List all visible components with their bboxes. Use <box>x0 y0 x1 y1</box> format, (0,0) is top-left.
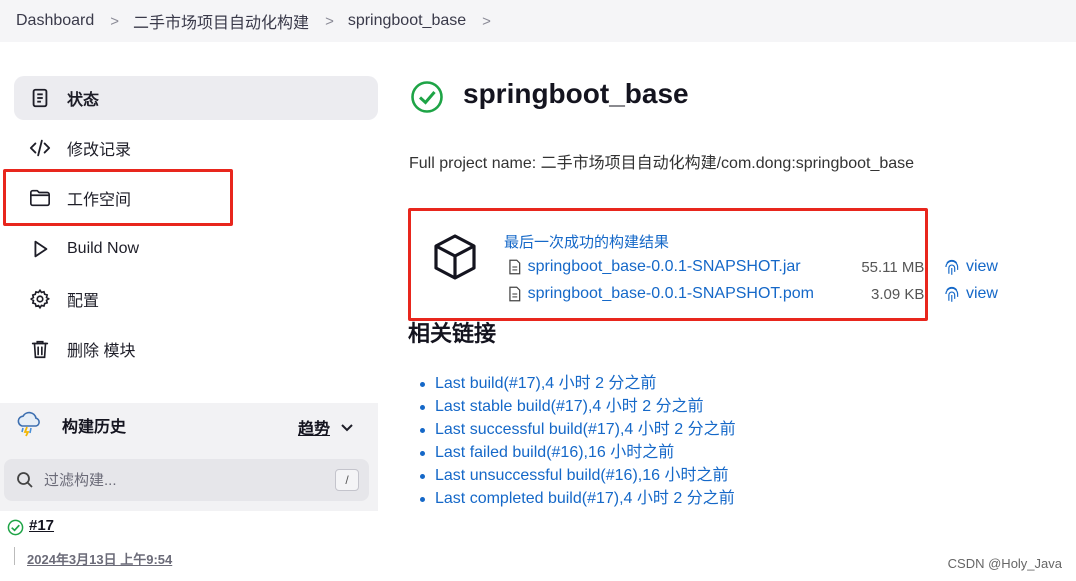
task-workspace[interactable]: 工作空间 <box>14 176 378 220</box>
task-label: 工作空间 <box>67 192 132 209</box>
page-title: springboot_base <box>463 78 689 109</box>
watermark: CSDN @Holy_Java <box>947 556 1062 571</box>
build-history-header: 构建历史 趋势 <box>14 403 378 447</box>
full-project-name: Full project name: 二手市场项目自动化构建/com.dong:… <box>409 155 915 172</box>
trash-icon <box>28 337 52 361</box>
timeline-divider <box>14 547 15 565</box>
breadcrumb-separator[interactable]: > <box>482 13 491 30</box>
file-icon <box>509 259 521 275</box>
task-configure[interactable]: 配置 <box>14 277 378 321</box>
last-successful-artifacts-link[interactable]: 最后一次成功的构建结果 <box>504 231 669 252</box>
task-delete-module[interactable]: 删除 模块 <box>14 327 378 371</box>
related-link-last-unsuccessful[interactable]: Last unsuccessful build(#16),16 小时之前 <box>420 464 736 487</box>
build-number-link[interactable]: #17 <box>29 517 54 534</box>
weather-storm-icon <box>14 408 44 443</box>
artifact-link[interactable]: springboot_base-0.0.1-SNAPSHOT.jar <box>528 258 820 276</box>
build-filter-input[interactable] <box>44 471 314 489</box>
build-history-panel: 构建历史 趋势 / #17 2024年3月13日 上午9:54 <box>0 403 378 581</box>
play-icon <box>28 237 52 261</box>
artifact-view-link[interactable]: view <box>966 258 998 276</box>
task-status[interactable]: 状态 <box>14 76 378 120</box>
file-icon <box>509 286 521 302</box>
code-icon <box>28 136 52 160</box>
success-check-icon <box>7 519 24 541</box>
gear-icon <box>28 287 52 311</box>
fingerprint-icon[interactable] <box>944 285 960 303</box>
build-filter: / <box>4 459 369 501</box>
sidebar: 状态 修改记录 工作空间 Build Now 配置 删除 模块 构建历史 趋势 … <box>0 42 390 581</box>
success-check-icon <box>410 80 444 119</box>
document-icon <box>28 86 52 110</box>
task-label: Build Now <box>67 240 140 257</box>
task-label: 状态 <box>67 92 100 109</box>
related-link-last-stable[interactable]: Last stable build(#17),4 小时 2 分之前 <box>420 395 736 418</box>
trend-label: 趋势 <box>297 421 330 438</box>
related-link-last-failed[interactable]: Last failed build(#16),16 小时之前 <box>420 441 736 464</box>
main-content: springboot_base Full project name: 二手市场项… <box>408 42 1076 581</box>
related-links-heading: 相关链接 <box>408 321 497 346</box>
task-label: 修改记录 <box>67 142 132 159</box>
breadcrumb: Dashboard > 二手市场项目自动化构建 > springboot_bas… <box>0 0 1076 42</box>
task-changes[interactable]: 修改记录 <box>14 126 378 170</box>
task-label: 删除 模块 <box>67 343 136 360</box>
build-history-title: 构建历史 <box>62 419 127 436</box>
task-label: 配置 <box>67 293 100 310</box>
related-link-last-completed[interactable]: Last completed build(#17),4 小时 2 分之前 <box>420 487 736 510</box>
build-row: #17 2024年3月13日 上午9:54 <box>0 511 378 581</box>
artifact-row: springboot_base-0.0.1-SNAPSHOT.pom 3.09 … <box>508 283 998 305</box>
package-icon <box>430 232 480 287</box>
chevron-down-icon <box>341 424 353 432</box>
artifact-link[interactable]: springboot_base-0.0.1-SNAPSHOT.pom <box>528 285 820 303</box>
breadcrumb-separator: > <box>110 12 120 30</box>
artifact-row: springboot_base-0.0.1-SNAPSHOT.jar 55.11… <box>508 256 998 278</box>
last-successful-artifacts: 最后一次成功的构建结果 springboot_base-0.0.1-SNAPSH… <box>408 208 998 320</box>
breadcrumb-dashboard[interactable]: Dashboard <box>16 12 94 30</box>
fingerprint-icon[interactable] <box>944 258 960 276</box>
trend-link[interactable]: 趋势 <box>298 415 354 439</box>
breadcrumb-project-folder[interactable]: 二手市场项目自动化构建 <box>133 9 309 33</box>
breadcrumb-separator: > <box>325 12 334 30</box>
keyboard-shortcut-hint: / <box>335 469 359 491</box>
artifact-size: 3.09 KB <box>871 285 925 303</box>
folder-icon <box>28 186 52 210</box>
artifact-size: 55.11 MB <box>861 258 925 276</box>
breadcrumb-job[interactable]: springboot_base <box>348 12 466 30</box>
related-link-last-successful[interactable]: Last successful build(#17),4 小时 2 分之前 <box>420 418 736 441</box>
task-build-now[interactable]: Build Now <box>14 227 378 271</box>
related-link-last-build[interactable]: Last build(#17),4 小时 2 分之前 <box>420 372 736 395</box>
build-date-link[interactable]: 2024年3月13日 上午9:54 <box>27 549 172 568</box>
related-links-list: Last build(#17),4 小时 2 分之前 Last stable b… <box>420 372 736 510</box>
search-icon <box>17 472 33 488</box>
artifact-view-link[interactable]: view <box>966 285 998 303</box>
